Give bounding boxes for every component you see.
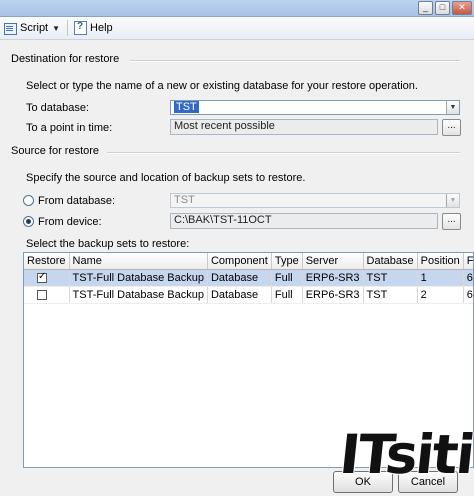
window-title-bar: _ □ ✕ <box>0 0 474 17</box>
watermark-logo: ITsiti <box>336 423 474 486</box>
column-header-restore[interactable]: Restore <box>24 253 70 270</box>
restore-cell <box>24 269 70 287</box>
table-row[interactable]: TST-Full Database Backup Database Full E… <box>24 269 473 287</box>
restore-checkbox[interactable] <box>37 271 47 284</box>
restore-cell <box>24 286 70 304</box>
column-header-first-lsn[interactable]: First LSN <box>463 253 473 270</box>
window-controls: _ □ ✕ <box>418 1 472 15</box>
from-database-value: TST <box>174 194 195 206</box>
point-in-time-label: To a point in time: <box>26 122 113 134</box>
minimize-icon[interactable]: _ <box>418 1 433 15</box>
column-header-server[interactable]: Server <box>302 253 364 270</box>
backup-sets-table: Restore Name Component Type Server Datab… <box>24 253 473 304</box>
script-button[interactable]: Script ▼ <box>0 19 64 37</box>
column-header-type[interactable]: Type <box>271 253 303 270</box>
table-header-row: Restore Name Component Type Server Datab… <box>24 253 473 270</box>
chevron-down-icon: ▼ <box>446 194 459 207</box>
first-lsn-cell: 6610000 <box>463 286 473 304</box>
help-button[interactable]: Help <box>71 19 117 37</box>
to-database-value[interactable]: TST <box>174 101 199 113</box>
point-in-time-field: Most recent possible <box>170 119 438 135</box>
section-divider <box>130 60 460 62</box>
chevron-down-icon[interactable]: ▼ <box>446 101 459 114</box>
chevron-down-icon[interactable]: ▼ <box>52 24 60 33</box>
database-cell: TST <box>363 269 418 287</box>
database-cell: TST <box>363 286 418 304</box>
help-icon <box>74 21 88 35</box>
from-device-label[interactable]: From device: <box>38 216 102 228</box>
close-icon[interactable]: ✕ <box>452 1 472 15</box>
section-divider <box>107 152 460 154</box>
backup-sets-label: Select the backup sets to restore: <box>26 238 190 250</box>
maximize-icon[interactable]: □ <box>435 1 450 15</box>
type-cell: Full <box>271 269 303 287</box>
help-label: Help <box>90 22 113 34</box>
type-cell: Full <box>271 286 303 304</box>
script-icon <box>3 21 17 35</box>
from-database-combobox: TST ▼ <box>170 193 460 208</box>
source-section-title: Source for restore <box>11 145 100 157</box>
from-database-radio[interactable] <box>23 195 34 206</box>
component-cell: Database <box>207 269 272 287</box>
script-label: Script <box>20 22 49 34</box>
to-database-label: To database: <box>26 102 89 114</box>
table-row[interactable]: TST-Full Database Backup Database Full E… <box>24 286 473 304</box>
column-header-database[interactable]: Database <box>363 253 418 270</box>
destination-instructions: Select or type the name of a new or exis… <box>26 80 418 92</box>
first-lsn-cell: 6570000 <box>463 269 473 287</box>
point-in-time-browse-button[interactable]: ... <box>442 119 461 136</box>
column-header-name[interactable]: Name <box>69 253 208 270</box>
name-cell: TST-Full Database Backup <box>69 286 208 304</box>
name-cell: TST-Full Database Backup <box>69 269 208 287</box>
destination-section-title: Destination for restore <box>11 53 120 65</box>
restore-checkbox[interactable] <box>37 290 47 301</box>
to-database-combobox[interactable]: TST ▼ <box>170 100 460 115</box>
component-cell: Database <box>207 286 272 304</box>
position-cell: 2 <box>417 286 464 304</box>
from-device-radio[interactable] <box>23 216 34 227</box>
toolbar: Script ▼ Help <box>0 17 474 40</box>
source-instructions: Specify the source and location of backu… <box>26 172 306 184</box>
from-database-label[interactable]: From database: <box>38 195 115 207</box>
column-header-position[interactable]: Position <box>417 253 464 270</box>
toolbar-separator <box>67 20 69 36</box>
position-cell: 1 <box>417 269 464 287</box>
from-device-field: C:\BAK\TST-11OCT <box>170 213 438 229</box>
server-cell: ERP6-SR3 <box>302 286 364 304</box>
server-cell: ERP6-SR3 <box>302 269 364 287</box>
from-device-browse-button[interactable]: ... <box>442 213 461 230</box>
column-header-component[interactable]: Component <box>207 253 272 270</box>
